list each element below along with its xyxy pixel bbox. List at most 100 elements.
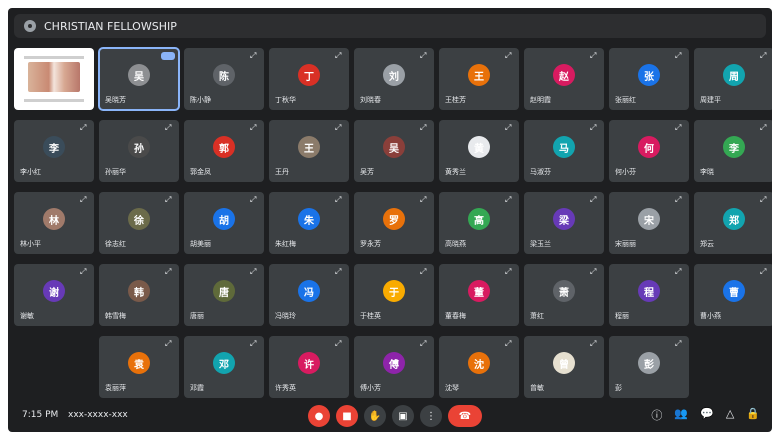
pin-icon[interactable]: ⤢ (165, 124, 173, 132)
participant-tile[interactable]: ⤢ 傅傅小芳 (354, 336, 434, 398)
pin-icon[interactable]: ⤢ (420, 196, 428, 204)
chat-icon[interactable]: 💬 (700, 407, 714, 423)
participant-tile[interactable]: ⤢ 丁丁秋华 (269, 48, 349, 110)
pin-icon[interactable]: ⤢ (335, 340, 343, 348)
participant-name: 邓霞 (190, 384, 204, 392)
participant-tile[interactable]: ⤢ 彭彭 (609, 336, 689, 398)
participant-tile[interactable]: 吴吴晓芳 (98, 47, 180, 111)
pin-icon[interactable]: ⤢ (590, 124, 598, 132)
pin-icon[interactable]: ⤢ (165, 340, 173, 348)
people-icon[interactable]: 👥 (674, 407, 688, 423)
pin-icon[interactable]: ⤢ (760, 196, 768, 204)
participant-tile[interactable]: ⤢ 徐徐志红 (99, 192, 179, 254)
more-options-button[interactable]: ⋮ (420, 405, 442, 427)
pin-icon[interactable]: ⤢ (675, 124, 683, 132)
participant-tile[interactable]: ⤢ 韩韩雪梅 (99, 264, 179, 326)
participant-avatar: 彭 (638, 352, 660, 374)
pin-icon[interactable]: ⤢ (250, 196, 258, 204)
participant-tile[interactable]: ⤢ 李李小红 (14, 120, 94, 182)
pin-icon[interactable]: ⤢ (590, 340, 598, 348)
pin-icon[interactable]: ⤢ (760, 124, 768, 132)
pin-icon[interactable]: ⤢ (165, 268, 173, 276)
participant-tile[interactable]: ⤢ 许许秀英 (269, 336, 349, 398)
screen-share-tile[interactable] (14, 48, 94, 110)
participant-tile[interactable]: ⤢ 张张丽红 (609, 48, 689, 110)
pin-icon[interactable]: ⤢ (505, 268, 513, 276)
pin-icon[interactable]: ⤢ (420, 268, 428, 276)
participant-tile[interactable]: ⤢ 黄黄秀兰 (439, 120, 519, 182)
pin-icon[interactable]: ⤢ (250, 52, 258, 60)
participant-tile[interactable]: ⤢ 沈沈琴 (439, 336, 519, 398)
participant-tile[interactable]: ⤢ 赵赵明霞 (524, 48, 604, 110)
pin-icon[interactable]: ⤢ (80, 124, 88, 132)
lock-icon[interactable]: 🔒 (746, 407, 760, 423)
participant-tile[interactable]: ⤢ 梁梁玉兰 (524, 192, 604, 254)
participant-avatar: 宋 (638, 208, 660, 230)
pin-icon[interactable]: ⤢ (505, 52, 513, 60)
pin-icon[interactable]: ⤢ (250, 268, 258, 276)
participant-tile[interactable]: ⤢ 林林小平 (14, 192, 94, 254)
participant-name: 曾敏 (530, 384, 544, 392)
activities-icon[interactable]: △ (726, 407, 734, 423)
participant-tile[interactable]: ⤢ 何何小芬 (609, 120, 689, 182)
pin-icon[interactable]: ⤢ (590, 268, 598, 276)
participant-tile[interactable]: ⤢ 周周建平 (694, 48, 772, 110)
pin-icon[interactable]: ⤢ (590, 52, 598, 60)
camera-button[interactable]: ■ (336, 405, 358, 427)
participant-tile[interactable]: ⤢ 马马淑芬 (524, 120, 604, 182)
participant-tile[interactable]: ⤢ 郑郑云 (694, 192, 772, 254)
participant-tile[interactable]: ⤢ 罗罗永芳 (354, 192, 434, 254)
pin-icon[interactable]: ⤢ (675, 196, 683, 204)
participant-tile[interactable]: ⤢ 谢谢敏 (14, 264, 94, 326)
present-button[interactable]: ▣ (392, 405, 414, 427)
hand-button[interactable]: ✋ (364, 405, 386, 427)
pin-icon[interactable]: ⤢ (675, 340, 683, 348)
participant-tile[interactable]: ⤢ 宋宋丽丽 (609, 192, 689, 254)
pin-icon[interactable]: ⤢ (505, 124, 513, 132)
participant-tile[interactable]: ⤢ 董董春梅 (439, 264, 519, 326)
participant-tile[interactable]: ⤢ 唐唐丽 (184, 264, 264, 326)
participant-tile[interactable]: ⤢ 朱朱红梅 (269, 192, 349, 254)
leave-call-button[interactable]: ☎ (448, 405, 482, 427)
participant-tile[interactable]: ⤢ 陈陈小静 (184, 48, 264, 110)
pin-icon[interactable]: ⤢ (335, 196, 343, 204)
participant-tile[interactable]: ⤢ 冯冯晓玲 (269, 264, 349, 326)
participant-tile[interactable]: ⤢ 李李晓 (694, 120, 772, 182)
participant-tile[interactable]: ⤢ 曾曾敏 (524, 336, 604, 398)
pin-icon[interactable]: ⤢ (760, 268, 768, 276)
participant-tile[interactable]: ⤢ 王王桂芳 (439, 48, 519, 110)
pin-icon[interactable]: ⤢ (675, 52, 683, 60)
pin-icon[interactable]: ⤢ (250, 124, 258, 132)
participant-tile[interactable]: ⤢ 胡胡美丽 (184, 192, 264, 254)
participant-tile[interactable]: ⤢ 刘刘晓春 (354, 48, 434, 110)
pin-icon[interactable]: ⤢ (420, 52, 428, 60)
pin-icon[interactable]: ⤢ (420, 340, 428, 348)
pin-icon[interactable]: ⤢ (250, 340, 258, 348)
participant-name: 许秀英 (275, 384, 296, 392)
participant-tile[interactable]: ⤢ 王王丹 (269, 120, 349, 182)
participant-tile[interactable]: ⤢ 袁袁丽萍 (99, 336, 179, 398)
participant-tile[interactable]: ⤢ 高高晓燕 (439, 192, 519, 254)
pin-icon[interactable]: ⤢ (505, 196, 513, 204)
pin-icon[interactable]: ⤢ (760, 52, 768, 60)
participant-tile[interactable]: ⤢ 郭郭金凤 (184, 120, 264, 182)
pin-icon[interactable]: ⤢ (420, 124, 428, 132)
pin-icon[interactable]: ⤢ (675, 268, 683, 276)
pin-icon[interactable]: ⤢ (335, 52, 343, 60)
pin-icon[interactable]: ⤢ (80, 268, 88, 276)
participant-tile[interactable]: ⤢ 程程丽 (609, 264, 689, 326)
participant-tile[interactable]: ⤢ 吴吴芳 (354, 120, 434, 182)
participant-tile[interactable]: ⤢ 邓邓霞 (184, 336, 264, 398)
mic-button[interactable]: ● (308, 405, 330, 427)
participant-tile[interactable]: ⤢ 孙孙丽华 (99, 120, 179, 182)
pin-icon[interactable]: ⤢ (335, 124, 343, 132)
pin-icon[interactable]: ⤢ (80, 196, 88, 204)
info-icon[interactable]: ⓘ (651, 407, 662, 423)
pin-icon[interactable]: ⤢ (590, 196, 598, 204)
pin-icon[interactable]: ⤢ (335, 268, 343, 276)
pin-icon[interactable]: ⤢ (505, 340, 513, 348)
pin-icon[interactable]: ⤢ (165, 196, 173, 204)
participant-tile[interactable]: ⤢ 曹曹小燕 (694, 264, 772, 326)
participant-tile[interactable]: ⤢ 于于桂英 (354, 264, 434, 326)
participant-tile[interactable]: ⤢ 萧萧红 (524, 264, 604, 326)
